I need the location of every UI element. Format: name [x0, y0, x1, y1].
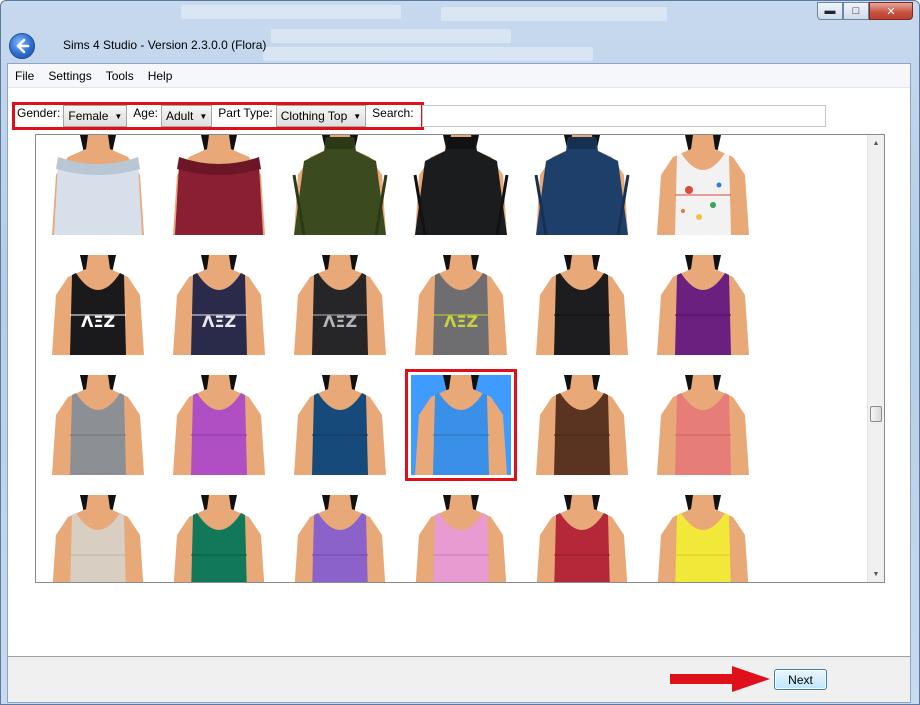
- tile-grid: ΛΞZ ΛΞZ ΛΞZ ΛΞZ: [48, 135, 773, 582]
- clothing-thumbnail-image: [173, 495, 265, 582]
- aero-glass-reflection: [263, 47, 593, 61]
- title-bar: Sims 4 Studio - Version 2.3.0.0 (Flora) …: [1, 1, 919, 63]
- aero-glass-reflection: [181, 5, 401, 19]
- clothing-thumbnail-image: [657, 495, 749, 582]
- clothing-tile-selected[interactable]: [405, 369, 517, 481]
- clothing-tile[interactable]: [290, 495, 390, 582]
- clothing-tile[interactable]: [411, 495, 511, 582]
- clothing-tile[interactable]: ΛΞZ: [169, 255, 269, 355]
- gender-label: Gender:: [17, 106, 61, 120]
- back-button[interactable]: [9, 33, 35, 59]
- clothing-tile[interactable]: [532, 255, 632, 355]
- clothing-thumbnail-image: [657, 255, 749, 355]
- clothing-thumbnail-image: [52, 375, 144, 475]
- part-type-label: Part Type:: [218, 106, 273, 120]
- vertical-scrollbar[interactable]: ▲ ▼: [867, 135, 884, 582]
- red-arrow-annotation-icon: [670, 666, 770, 692]
- dropdown-arrow-icon: ▼: [353, 111, 362, 121]
- part-type-dropdown[interactable]: Clothing Top ▼: [275, 105, 367, 127]
- age-dropdown[interactable]: Adult ▼: [160, 105, 213, 127]
- clothing-thumbnail-image: [173, 135, 265, 235]
- gender-value: Female: [68, 109, 109, 123]
- clothing-tile[interactable]: [169, 135, 269, 235]
- clothing-tile[interactable]: [169, 495, 269, 582]
- svg-text:ΛΞZ: ΛΞZ: [202, 312, 236, 331]
- clothing-tile[interactable]: [653, 375, 753, 475]
- clothing-tile[interactable]: [48, 135, 148, 235]
- clothing-tile[interactable]: [169, 375, 269, 475]
- close-button[interactable]: ✕: [869, 2, 913, 20]
- clothing-thumbnail-image: [536, 495, 628, 582]
- search-input[interactable]: [422, 105, 826, 127]
- clothing-tile[interactable]: [48, 375, 148, 475]
- menu-file[interactable]: File: [8, 65, 41, 87]
- clothing-thumbnail-image: [52, 135, 144, 235]
- minimize-button[interactable]: ▬: [817, 2, 843, 20]
- clothing-thumbnail-image: [294, 495, 386, 582]
- app-window: Sims 4 Studio - Version 2.3.0.0 (Flora) …: [0, 0, 920, 705]
- scroll-up-icon[interactable]: ▲: [868, 135, 884, 151]
- scroll-down-icon[interactable]: ▼: [868, 566, 884, 582]
- scrollbar-thumb[interactable]: [870, 406, 882, 422]
- clothing-thumbnail-image: ΛΞZ: [173, 255, 265, 355]
- maximize-button[interactable]: □: [843, 2, 869, 20]
- dropdown-arrow-icon: ▼: [114, 111, 123, 121]
- client-area: File Settings Tools Help Gender: Female …: [7, 63, 911, 703]
- clothing-gallery: ΛΞZ ΛΞZ ΛΞZ ΛΞZ ▲ ▼: [35, 134, 885, 583]
- clothing-thumbnail-image: [536, 375, 628, 475]
- clothing-tile[interactable]: ΛΞZ: [48, 255, 148, 355]
- clothing-thumbnail-image: [415, 495, 507, 582]
- clothing-thumbnail-image: [52, 495, 144, 582]
- menu-tools[interactable]: Tools: [99, 65, 141, 87]
- window-title: Sims 4 Studio - Version 2.3.0.0 (Flora): [63, 38, 267, 52]
- clothing-tile[interactable]: [411, 135, 511, 235]
- window-controls: ▬ □ ✕: [817, 2, 913, 20]
- clothing-tile[interactable]: [290, 375, 390, 475]
- clothing-thumbnail-image: ΛΞZ: [52, 255, 144, 355]
- clothing-tile[interactable]: ΛΞZ: [411, 255, 511, 355]
- clothing-tile[interactable]: [653, 135, 753, 235]
- clothing-thumbnail-image: [534, 135, 630, 235]
- filter-bar-highlight: Gender: Female ▼ Age: Adult ▼ Part Type:…: [12, 102, 424, 130]
- clothing-thumbnail-image: [657, 375, 749, 475]
- aero-glass-reflection: [441, 7, 667, 21]
- clothing-thumbnail-image: [292, 135, 388, 235]
- clothing-thumbnail-image: [415, 375, 507, 475]
- dropdown-arrow-icon: ▼: [199, 111, 208, 121]
- clothing-tile[interactable]: [532, 375, 632, 475]
- menu-bar: File Settings Tools Help: [8, 64, 910, 88]
- clothing-thumbnail-image: [536, 255, 628, 355]
- menu-help[interactable]: Help: [141, 65, 180, 87]
- clothing-thumbnail-image: [657, 135, 749, 235]
- part-type-value: Clothing Top: [280, 109, 348, 123]
- back-arrow-icon: [16, 38, 30, 54]
- aero-glass-reflection: [271, 29, 511, 43]
- clothing-thumbnail-image: ΛΞZ: [415, 255, 507, 355]
- clothing-tile[interactable]: [290, 135, 390, 235]
- clothing-tile[interactable]: ΛΞZ: [290, 255, 390, 355]
- clothing-tile[interactable]: [653, 255, 753, 355]
- age-value: Adult: [165, 109, 194, 123]
- svg-text:ΛΞZ: ΛΞZ: [444, 312, 478, 331]
- clothing-tile[interactable]: [532, 495, 632, 582]
- gender-dropdown[interactable]: Female ▼: [63, 105, 128, 127]
- clothing-thumbnail-image: [413, 135, 509, 235]
- search-label: Search:: [372, 106, 414, 120]
- svg-text:ΛΞZ: ΛΞZ: [81, 312, 115, 331]
- clothing-thumbnail-image: [294, 375, 386, 475]
- footer-bar: Next: [8, 656, 910, 702]
- clothing-tile[interactable]: [48, 495, 148, 582]
- clothing-tile[interactable]: [653, 495, 753, 582]
- svg-text:ΛΞZ: ΛΞZ: [323, 312, 357, 331]
- menu-settings[interactable]: Settings: [41, 65, 98, 87]
- clothing-thumbnail-image: ΛΞZ: [294, 255, 386, 355]
- next-button[interactable]: Next: [774, 669, 827, 690]
- age-label: Age:: [133, 106, 158, 120]
- clothing-thumbnail-image: [173, 375, 265, 475]
- clothing-tile[interactable]: [532, 135, 632, 235]
